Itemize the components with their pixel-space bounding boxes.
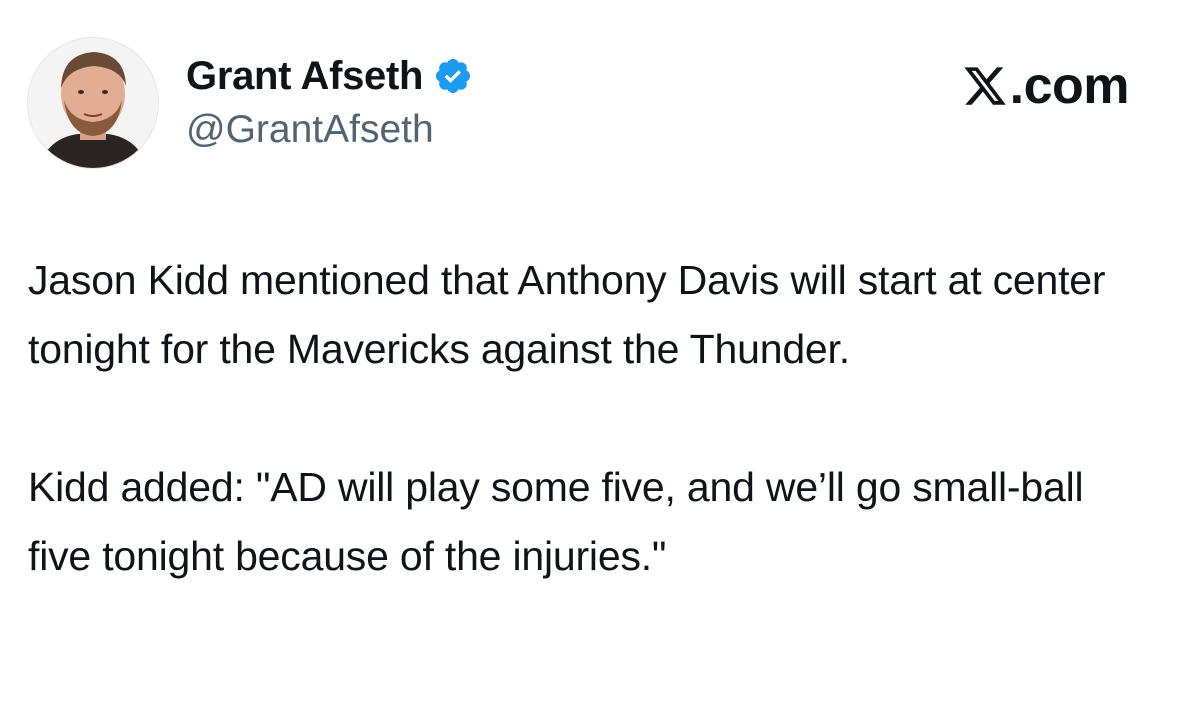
brand-text: .com [1009, 57, 1130, 115]
author-handle[interactable]: @GrantAfseth [186, 104, 434, 156]
tweet-text: Jason Kidd mentioned that Anthony Davis … [28, 246, 1148, 591]
tweet-paragraph-2: Kidd added: "AD will play some five, and… [28, 464, 1084, 579]
brand-watermark: .com [962, 57, 1130, 115]
avatar-photo [28, 38, 158, 168]
tweet-card: Grant Afseth @GrantAfseth .com Jason Kid… [0, 0, 1179, 708]
avatar[interactable] [27, 37, 159, 169]
tweet-paragraph-1: Jason Kidd mentioned that Anthony Davis … [28, 257, 1106, 372]
author-display-name[interactable]: Grant Afseth [186, 50, 423, 102]
verified-badge-icon [433, 56, 473, 96]
author-name-row: Grant Afseth [186, 50, 473, 102]
x-logo-icon [962, 63, 1008, 109]
